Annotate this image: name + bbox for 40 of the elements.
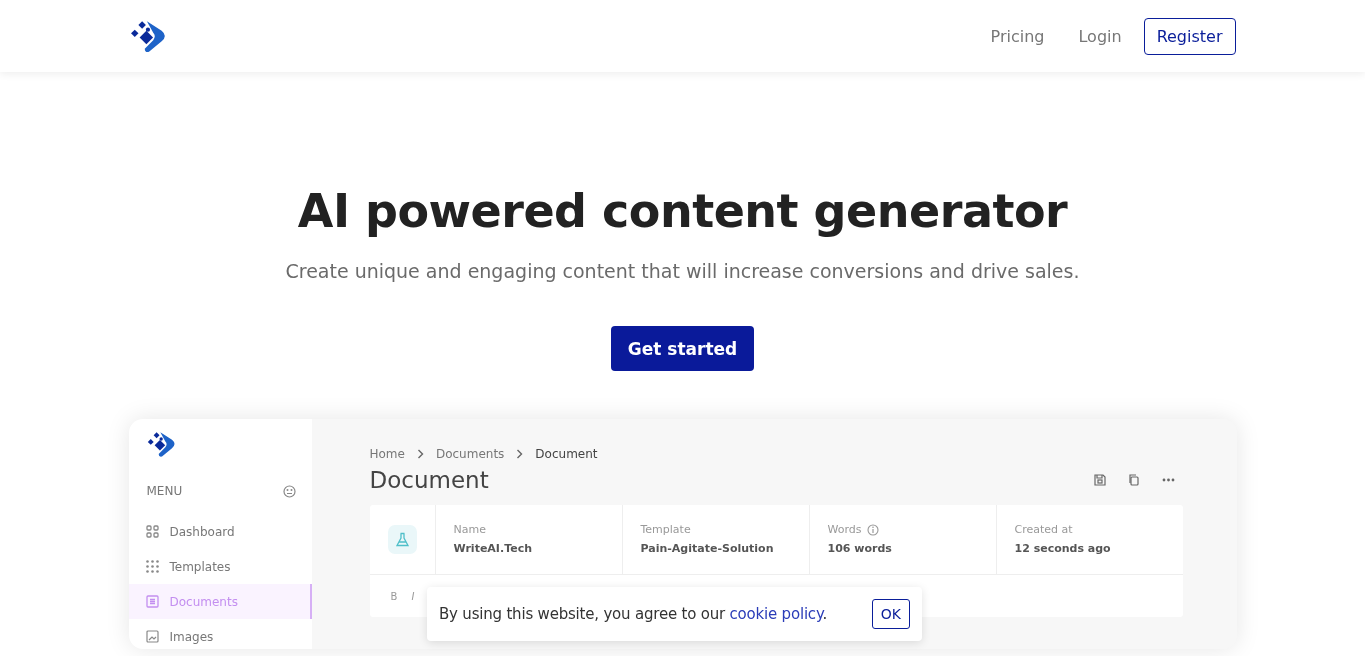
nav-link[interactable]: Login	[1066, 18, 1134, 54]
info-icon[interactable]	[866, 523, 879, 536]
image-icon	[145, 630, 159, 643]
dots-grid-icon	[145, 560, 159, 573]
menu-label: MENU	[146, 484, 183, 498]
emoji-icon[interactable]	[282, 484, 296, 498]
grid-icon	[145, 525, 159, 538]
nav-link[interactable]: Pricing	[978, 18, 1057, 54]
chevron-right-icon	[516, 449, 524, 459]
breadcrumb-item: Document	[535, 447, 598, 461]
breadcrumb-item[interactable]: Home	[369, 447, 405, 461]
info-value: 12 seconds ago	[1014, 542, 1112, 555]
info-label: Template	[640, 523, 691, 536]
chevron-right-icon	[416, 449, 424, 459]
info-value: Pain-Agitate-Solution	[640, 542, 775, 555]
hero-title: AI powered content generator	[297, 184, 1068, 238]
page-title: Document	[369, 467, 489, 493]
format-button[interactable]: B	[390, 591, 398, 601]
sidebar-item[interactable]: Documents	[128, 584, 312, 619]
info-value: 106 words	[827, 542, 893, 555]
logo-icon[interactable]	[146, 429, 177, 459]
cookie-policy-link[interactable]: cookie policy	[729, 605, 823, 623]
info-value: WriteAI.Tech	[453, 542, 533, 555]
sidebar-item[interactable]: Images	[128, 619, 312, 649]
breadcrumb-item[interactable]: Documents	[435, 447, 505, 461]
hero-subtitle: Create unique and engaging content that will increase conversions and drive sales.	[285, 260, 1080, 282]
copy-icon[interactable]	[1127, 474, 1140, 486]
info-label: Words	[827, 523, 862, 536]
register-button[interactable]: Register	[1143, 17, 1236, 55]
cookie-notice: By using this website, you agree to our cookie policy.	[439, 605, 827, 623]
get-started-button[interactable]: Get started	[610, 326, 755, 371]
sidebar-item[interactable]: Dashboard	[128, 514, 312, 549]
info-label: Created at	[1014, 523, 1073, 536]
format-button[interactable]: I	[411, 591, 415, 601]
document-icon	[145, 595, 159, 608]
ok-button[interactable]: OK	[871, 599, 910, 629]
flask-icon	[394, 532, 410, 547]
sidebar-item[interactable]: Templates	[128, 549, 312, 584]
save-icon[interactable]	[1093, 474, 1106, 486]
info-label: Name	[453, 523, 486, 536]
